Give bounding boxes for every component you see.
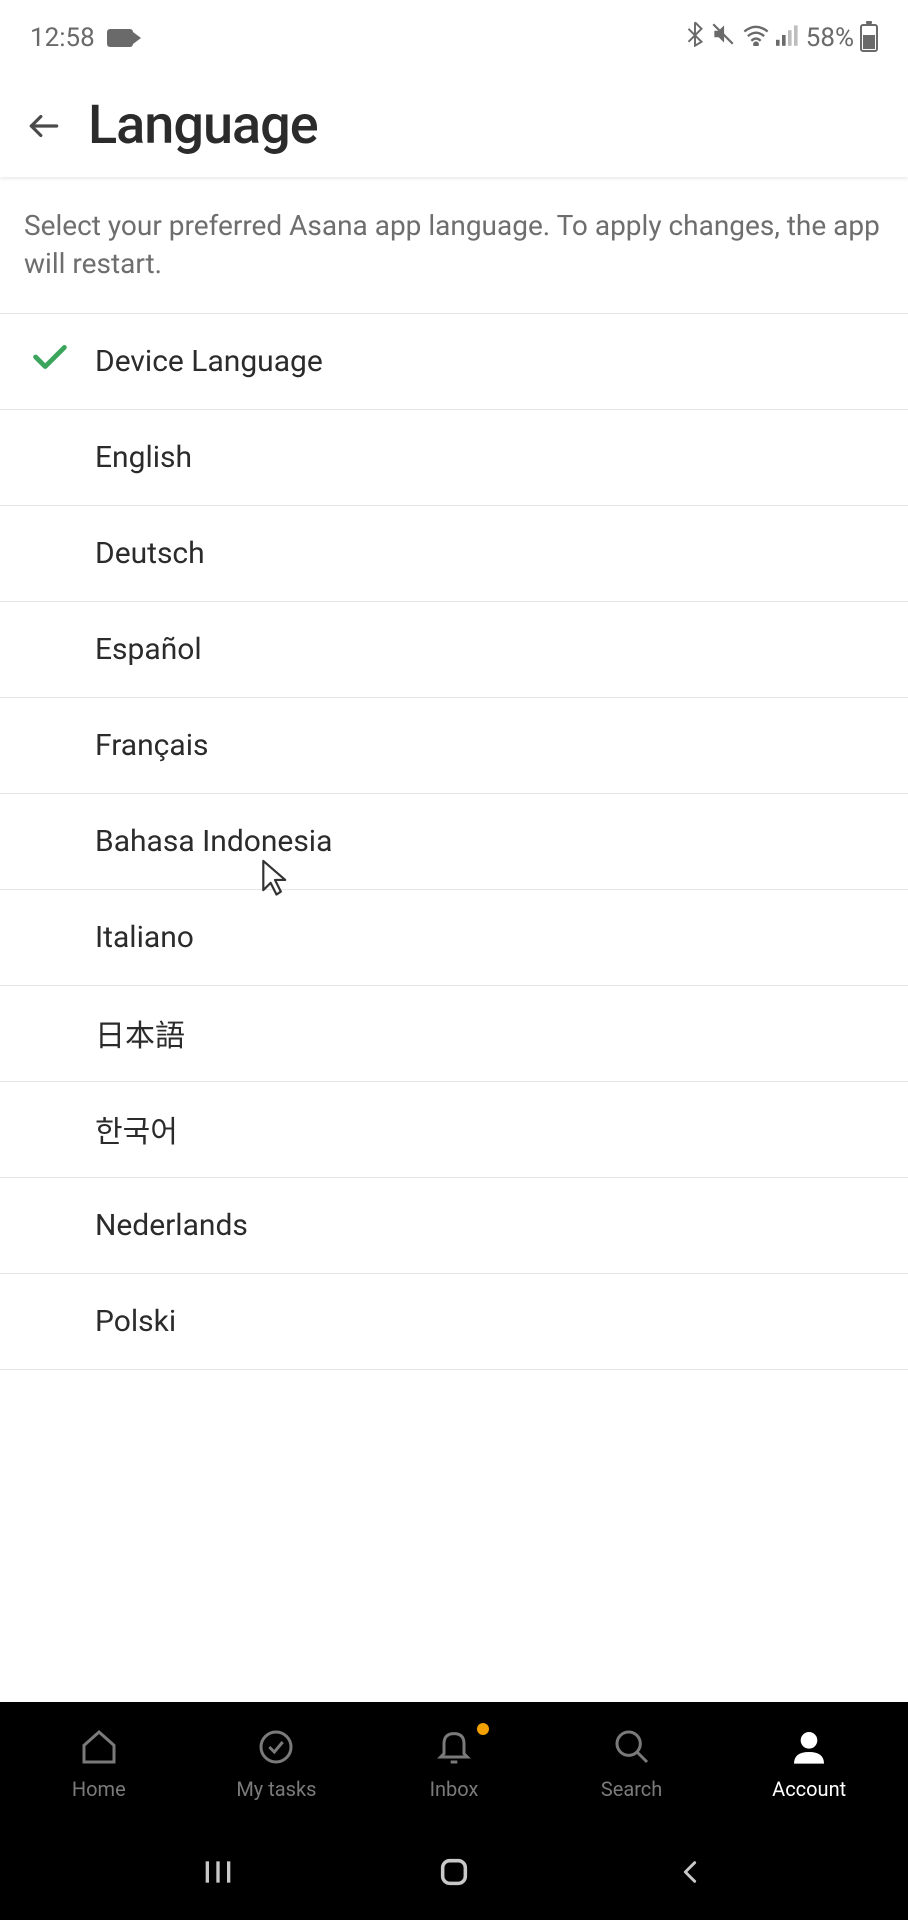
notification-badge-icon: [477, 1723, 489, 1735]
bell-icon: [434, 1725, 474, 1769]
language-label: 한국어: [95, 1107, 178, 1151]
app-header: Language: [0, 75, 908, 177]
home-icon: [79, 1725, 119, 1769]
nav-label: My tasks: [236, 1777, 316, 1801]
language-item-bahasa-indonesia[interactable]: Bahasa Indonesia: [0, 794, 908, 890]
search-icon: [612, 1725, 652, 1769]
check-icon: [30, 341, 70, 381]
language-item-japanese[interactable]: 日本語: [0, 986, 908, 1082]
language-item-polski[interactable]: Polski: [0, 1274, 908, 1370]
check-circle-icon: [256, 1725, 296, 1769]
language-item-korean[interactable]: 한국어: [0, 1082, 908, 1178]
language-item-francais[interactable]: Français: [0, 698, 908, 794]
nav-label: Home: [72, 1777, 126, 1801]
person-icon: [789, 1725, 829, 1769]
back-button[interactable]: [24, 106, 64, 146]
page-title: Language: [88, 94, 318, 157]
arrow-left-icon: [25, 107, 63, 145]
language-item-device-language[interactable]: Device Language: [0, 314, 908, 410]
nav-label: Inbox: [430, 1777, 479, 1801]
language-list: Device Language English Deutsch Español …: [0, 313, 908, 1702]
bluetooth-icon: [686, 21, 704, 54]
system-back-button[interactable]: [650, 1847, 730, 1897]
language-item-espanol[interactable]: Español: [0, 602, 908, 698]
language-label: Deutsch: [95, 536, 205, 571]
language-label: Device Language: [95, 344, 323, 379]
language-label: 日本語: [95, 1011, 185, 1055]
nav-home[interactable]: Home: [10, 1725, 188, 1801]
nav-label: Search: [601, 1777, 662, 1801]
signal-icon: [776, 23, 800, 53]
language-label: English: [95, 440, 192, 475]
language-label: Italiano: [95, 920, 194, 955]
video-recording-icon: [107, 29, 133, 47]
language-item-english[interactable]: English: [0, 410, 908, 506]
language-label: Bahasa Indonesia: [95, 824, 332, 859]
wifi-icon: [742, 23, 770, 53]
nav-account[interactable]: Account: [720, 1725, 898, 1801]
language-item-deutsch[interactable]: Deutsch: [0, 506, 908, 602]
status-bar: 12:58: [0, 0, 908, 75]
language-label: Español: [95, 632, 202, 667]
language-item-italiano[interactable]: Italiano: [0, 890, 908, 986]
recents-button[interactable]: [178, 1847, 258, 1897]
language-item-nederlands[interactable]: Nederlands: [0, 1178, 908, 1274]
page-description: Select your preferred Asana app language…: [0, 177, 908, 313]
language-label: Français: [95, 728, 208, 763]
bottom-nav: Home My tasks Inbox: [0, 1702, 908, 1824]
nav-search[interactable]: Search: [543, 1725, 721, 1801]
nav-my-tasks[interactable]: My tasks: [188, 1725, 366, 1801]
cursor-icon: [260, 858, 290, 900]
home-button[interactable]: [414, 1847, 494, 1897]
system-nav: [0, 1824, 908, 1920]
status-time: 12:58: [30, 23, 95, 53]
battery-percent: 58%: [806, 23, 854, 53]
language-label: Polski: [95, 1304, 176, 1339]
mute-vibrate-icon: [710, 21, 736, 54]
language-label: Nederlands: [95, 1208, 248, 1243]
nav-inbox[interactable]: Inbox: [365, 1725, 543, 1801]
battery-icon: [860, 24, 878, 52]
nav-label: Account: [772, 1777, 846, 1801]
